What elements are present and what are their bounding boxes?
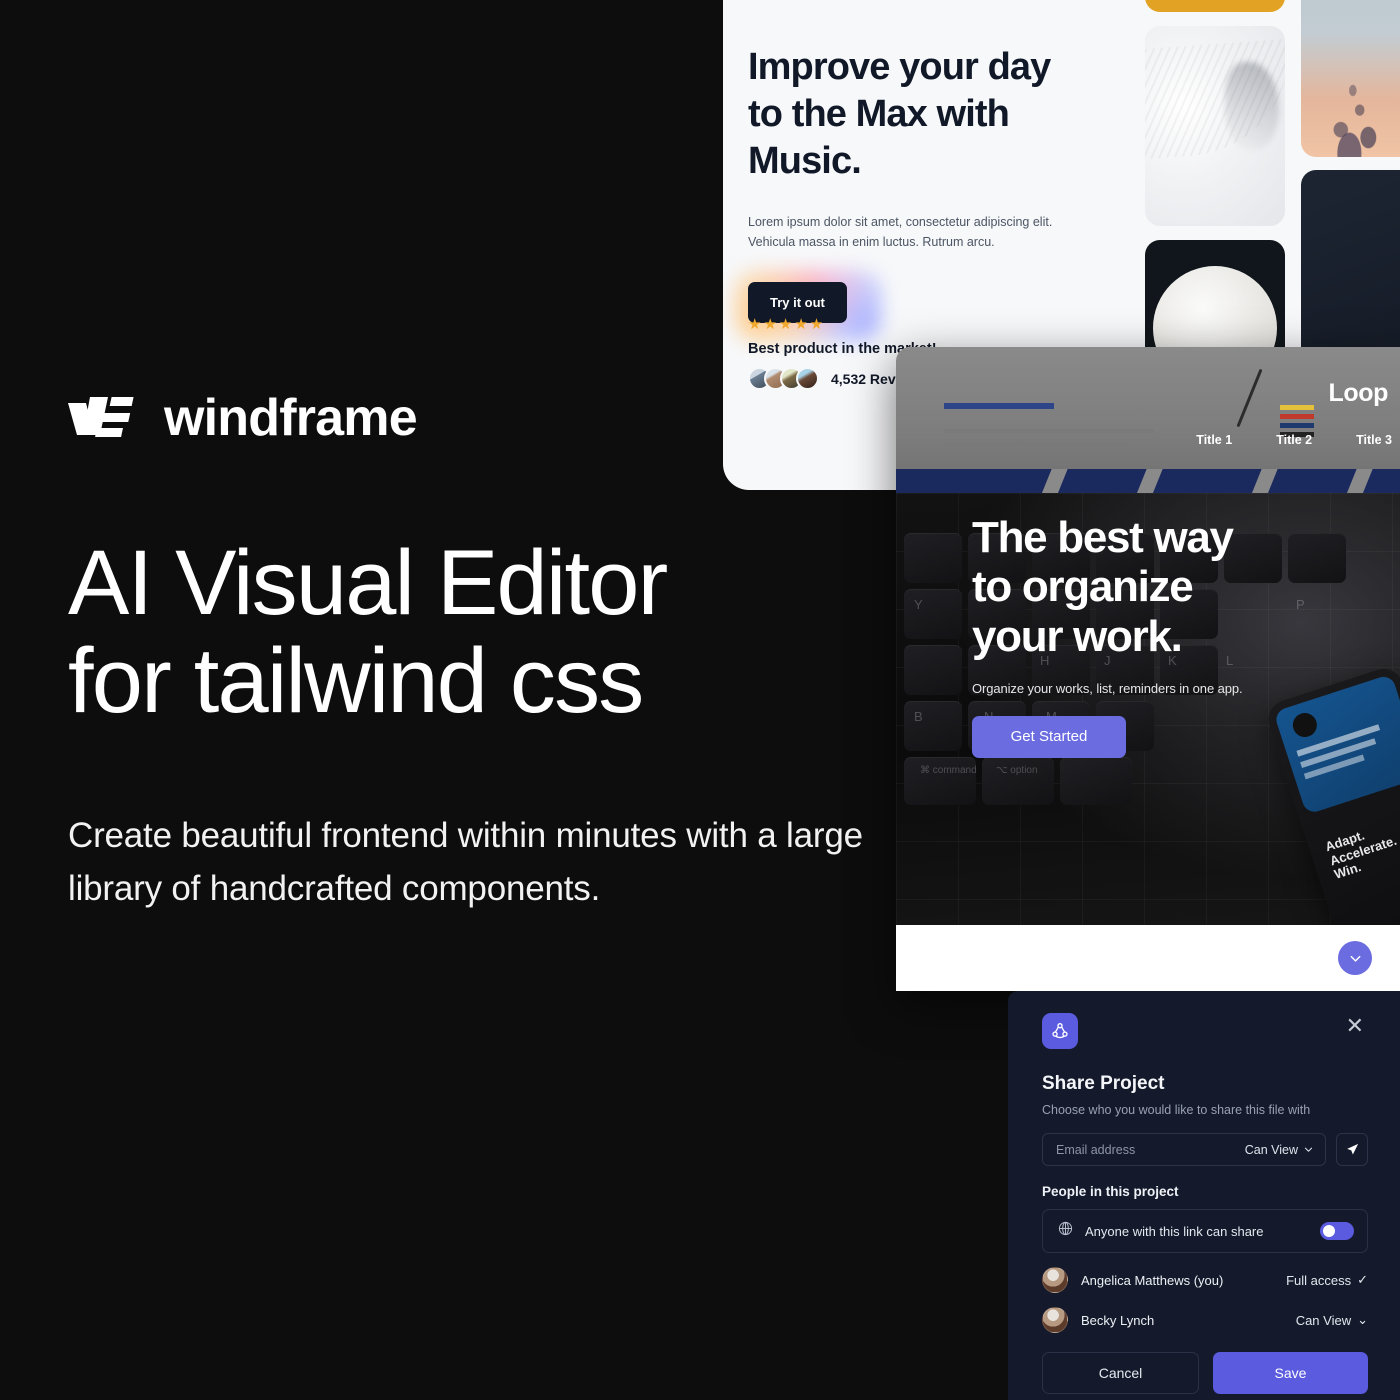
share-project-dialog: ✕ Share Project Choose who you would lik… bbox=[1008, 991, 1400, 1400]
globe-icon bbox=[1057, 1220, 1074, 1242]
link-sharing-row[interactable]: Anyone with this link can share bbox=[1042, 1209, 1368, 1253]
music-title-line-3: Music. bbox=[748, 140, 862, 183]
list-item[interactable]: Becky Lynch Can View ⌄ bbox=[1042, 1307, 1368, 1333]
loop-title-line-3: your work. bbox=[972, 611, 1183, 661]
loop-logo: Loop bbox=[1328, 379, 1389, 407]
loop-footer-bar bbox=[896, 925, 1400, 991]
loop-subtitle: Organize your works, list, reminders in … bbox=[972, 680, 1243, 696]
gallery-image-sunset bbox=[1301, 0, 1400, 157]
promo-canvas: windframe AI Visual Editor for tailwind … bbox=[0, 0, 1400, 1400]
cancel-button[interactable]: Cancel bbox=[1042, 1352, 1199, 1394]
reviewer-avatars bbox=[748, 367, 819, 390]
chevron-down-icon[interactable] bbox=[1338, 941, 1372, 975]
permission-select-label: Can View bbox=[1244, 1142, 1298, 1157]
music-title-line-1: Improve your day bbox=[748, 46, 1051, 88]
person-access-label: Can View bbox=[1295, 1312, 1352, 1328]
close-icon[interactable]: ✕ bbox=[1342, 1013, 1368, 1039]
gallery-image-book bbox=[1145, 26, 1285, 226]
loop-nav-item-2[interactable]: Title 2 bbox=[1276, 433, 1312, 447]
person-access-control[interactable]: Can View ⌄ bbox=[1296, 1312, 1368, 1328]
brand-name: windframe bbox=[164, 389, 418, 447]
link-sharing-label: Anyone with this link can share bbox=[1085, 1223, 1264, 1239]
link-sharing-toggle[interactable] bbox=[1320, 1222, 1354, 1240]
avatar bbox=[1042, 1307, 1068, 1333]
phone-headline: Adapt. Accelerate. Win. bbox=[1323, 827, 1399, 882]
star-rating-icon: ★★★★★ bbox=[748, 316, 826, 333]
share-network-icon bbox=[1042, 1013, 1078, 1049]
person-name: Angelica Matthews (you) bbox=[1081, 1272, 1224, 1288]
loop-title-line-1: The best way bbox=[972, 513, 1234, 562]
dialog-title: Share Project bbox=[1042, 1073, 1165, 1094]
dialog-subtitle: Choose who you would like to share this … bbox=[1042, 1103, 1311, 1117]
loop-title: The best way to organize your work. bbox=[972, 513, 1302, 661]
music-title-line-2: to the Max with bbox=[748, 93, 1010, 136]
brand-lockup: windframe bbox=[68, 389, 418, 447]
loop-hero-section: Y H J K L P B N M É ⌘ command ⌥ option T… bbox=[896, 493, 1400, 925]
people-heading: People in this project bbox=[1042, 1184, 1179, 1199]
person-access-control[interactable]: Full access ✓ bbox=[1286, 1272, 1368, 1288]
windframe-logo-icon bbox=[68, 395, 142, 441]
document-lines-decoration bbox=[944, 369, 1244, 469]
save-button[interactable]: Save bbox=[1213, 1352, 1368, 1394]
get-started-button[interactable]: Get Started bbox=[972, 715, 1126, 758]
loop-nav-item-3[interactable]: Title 3 bbox=[1356, 433, 1392, 447]
headline-line-2: for tailwind css bbox=[68, 630, 644, 733]
headline-line-1: AI Visual Editor bbox=[68, 532, 668, 634]
music-paragraph: Lorem ipsum dolor sit amet, consectetur … bbox=[748, 215, 1053, 249]
hero-subcopy: Create beautiful frontend within minutes… bbox=[68, 816, 863, 908]
send-plane-icon[interactable] bbox=[1336, 1133, 1368, 1166]
permission-select[interactable]: Can View bbox=[1245, 1143, 1314, 1157]
check-icon: ✓ bbox=[1357, 1272, 1368, 1287]
chevron-down-icon bbox=[1304, 1147, 1313, 1152]
music-copy-block: Improve your day to the Max with Music. … bbox=[734, 44, 1078, 343]
loop-nav: Title 1 Title 2 Title 3 bbox=[1196, 433, 1392, 447]
avatar bbox=[796, 367, 819, 390]
music-title: Improve your day to the Max with Music. bbox=[748, 44, 1078, 185]
gallery-image-stripes bbox=[1145, 0, 1285, 12]
page-title: AI Visual Editor for tailwind css bbox=[68, 534, 868, 731]
chevron-down-icon: ⌄ bbox=[1357, 1312, 1368, 1327]
list-item[interactable]: Angelica Matthews (you) Full access ✓ bbox=[1042, 1267, 1368, 1293]
loop-blue-band-decoration bbox=[896, 469, 1400, 495]
email-field-wrapper[interactable]: Email address Can View bbox=[1042, 1133, 1326, 1166]
loop-hero-copy: The best way to organize your work. Orga… bbox=[972, 513, 1302, 758]
email-input[interactable]: Email address bbox=[1056, 1143, 1135, 1157]
loop-nav-item-1[interactable]: Title 1 bbox=[1196, 433, 1232, 447]
loop-landing-preview: Loop Title 1 Title 2 Title 3 Y H J K L P… bbox=[896, 347, 1400, 991]
avatar bbox=[1042, 1267, 1068, 1293]
loop-title-line-2: to organize bbox=[972, 562, 1194, 612]
person-name: Becky Lynch bbox=[1081, 1312, 1155, 1328]
person-access-label: Full access bbox=[1286, 1272, 1352, 1288]
plant-silhouette bbox=[1315, 65, 1400, 157]
gallery-image-dark-card bbox=[1301, 170, 1400, 370]
